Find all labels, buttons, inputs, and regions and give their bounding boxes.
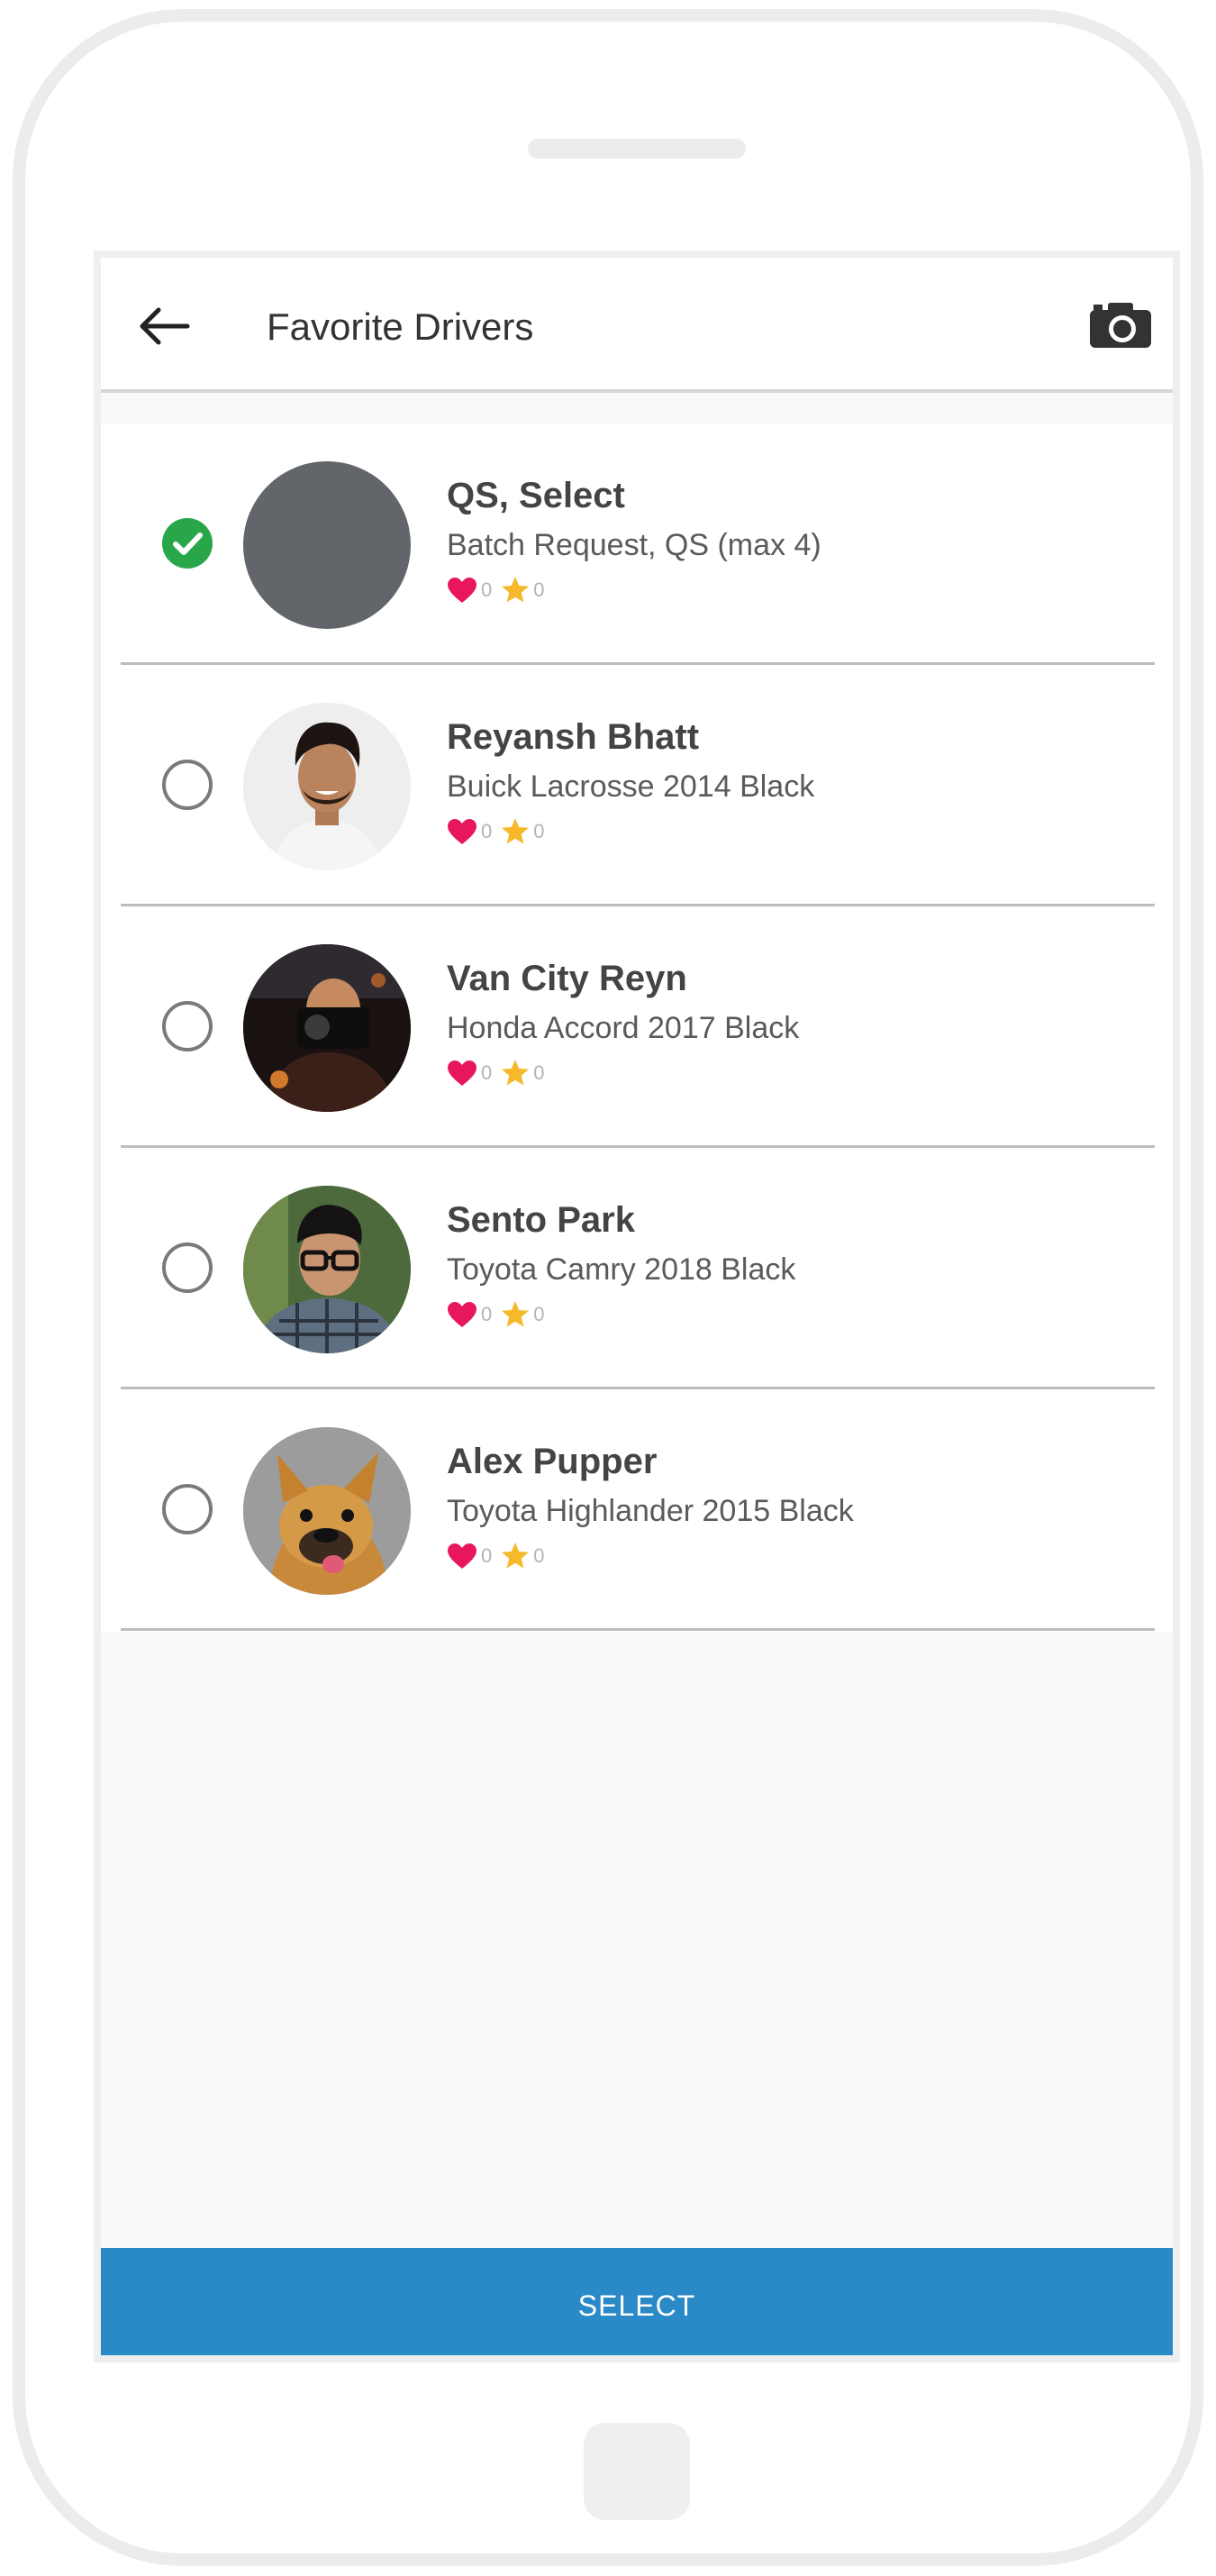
radio-unchecked[interactable] (162, 760, 213, 810)
stars-count: 0 (533, 1061, 545, 1084)
driver-vehicle: Toyota Camry 2018 Black (447, 1252, 796, 1287)
driver-ratings: 0 0 (447, 1299, 545, 1330)
avatar-photo (243, 1427, 411, 1595)
driver-name: Sento Park (447, 1200, 635, 1240)
star-icon (502, 1301, 530, 1327)
home-button[interactable] (584, 2423, 690, 2520)
driver-row[interactable]: Alex Pupper Toyota Highlander 2015 Black… (121, 1389, 1155, 1631)
radio-unchecked[interactable] (162, 1242, 213, 1293)
driver-vehicle: Buick Lacrosse 2014 Black (447, 769, 815, 804)
star-icon (502, 1543, 530, 1569)
avatar-photo (243, 703, 411, 870)
avatar (243, 703, 411, 870)
stars-count: 0 (533, 578, 545, 601)
phone-speaker (528, 139, 746, 159)
phone-frame: Favorite Drivers QS, Select Batch Reques… (13, 9, 1203, 2566)
driver-ratings: 0 0 (447, 1058, 545, 1088)
driver-name: QS, Select (447, 476, 625, 515)
avatar-photo (243, 1186, 411, 1353)
heart-icon (448, 819, 476, 844)
phone-side-button (13, 562, 25, 697)
driver-row[interactable]: Sento Park Toyota Camry 2018 Black 0 0 (121, 1148, 1155, 1389)
avatar-photo (243, 944, 411, 1112)
camera-button[interactable] (1088, 299, 1153, 351)
driver-name: Reyansh Bhatt (447, 717, 700, 757)
stars-count: 0 (533, 1544, 545, 1567)
phone-side-button (13, 760, 25, 896)
phone-side-button (13, 364, 25, 490)
radio-checked[interactable] (162, 518, 213, 569)
radio-unchecked[interactable] (162, 1001, 213, 1051)
radio-unchecked[interactable] (162, 1484, 213, 1534)
driver-ratings: 0 0 (447, 575, 545, 605)
app-bar: Favorite Drivers (101, 258, 1173, 393)
hearts-count: 0 (481, 1061, 493, 1084)
driver-ratings: 0 0 (447, 816, 545, 847)
stars-count: 0 (533, 1303, 545, 1325)
heart-icon (448, 1543, 476, 1569)
hearts-count: 0 (481, 820, 493, 842)
driver-row[interactable]: Reyansh Bhatt Buick Lacrosse 2014 Black … (121, 665, 1155, 906)
heart-icon (448, 1302, 476, 1327)
driver-name: Van City Reyn (447, 959, 687, 998)
page-title: Favorite Drivers (267, 305, 534, 348)
driver-name: Alex Pupper (447, 1442, 658, 1481)
avatar (243, 1427, 411, 1595)
camera-icon (1090, 303, 1151, 348)
star-icon (502, 1060, 530, 1086)
driver-vehicle: Honda Accord 2017 Black (447, 1011, 800, 1045)
avatar (243, 461, 411, 629)
avatar (243, 1186, 411, 1353)
driver-list: QS, Select Batch Request, QS (max 4) 0 0 (101, 423, 1173, 1633)
back-button[interactable] (135, 297, 193, 355)
hearts-count: 0 (481, 1544, 493, 1567)
driver-row[interactable]: QS, Select Batch Request, QS (max 4) 0 0 (121, 423, 1155, 665)
driver-vehicle: Toyota Highlander 2015 Black (447, 1494, 854, 1528)
driver-ratings: 0 0 (447, 1541, 545, 1571)
driver-vehicle: Batch Request, QS (max 4) (447, 528, 821, 562)
app-screen: Favorite Drivers QS, Select Batch Reques… (94, 250, 1180, 2362)
arrow-left-icon (140, 307, 190, 345)
heart-icon (448, 1060, 476, 1086)
star-icon (502, 577, 530, 603)
check-icon (173, 532, 203, 555)
heart-icon (448, 578, 476, 603)
hearts-count: 0 (481, 578, 493, 601)
driver-row[interactable]: Van City Reyn Honda Accord 2017 Black 0 … (121, 906, 1155, 1148)
stars-count: 0 (533, 820, 545, 842)
hearts-count: 0 (481, 1303, 493, 1325)
star-icon (502, 818, 530, 844)
avatar (243, 944, 411, 1112)
select-button[interactable]: SELECT (101, 2248, 1173, 2355)
